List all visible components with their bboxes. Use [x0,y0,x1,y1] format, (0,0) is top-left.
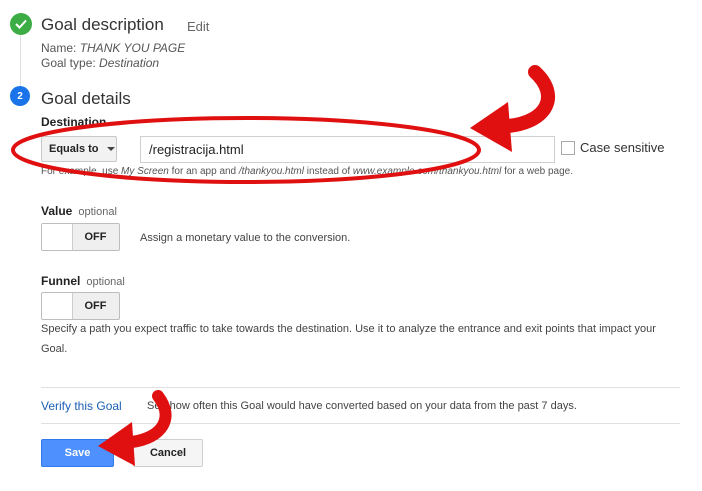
match-type-dropdown[interactable]: Equals to [41,136,117,162]
case-sensitive-label: Case sensitive [580,140,665,155]
step-number-badge: 2 [10,86,30,106]
goal-type-label: Goal type: [41,56,96,70]
chevron-down-icon [106,147,115,151]
save-button[interactable]: Save [41,439,114,467]
value-optional-label: optional [78,206,117,218]
destination-hint: For example, use My Screen for an app an… [41,166,573,177]
hint-example: My Screen [121,166,169,177]
verify-description: See how often this Goal would have conve… [147,400,577,412]
value-label-row: Value optional [41,204,117,218]
funnel-toggle-state: OFF [84,300,107,312]
verify-bottom-divider [41,423,680,424]
funnel-description-line2: Goal. [41,343,68,355]
toggle-knob [42,293,73,319]
funnel-optional-label: optional [86,276,125,288]
funnel-toggle[interactable]: OFF [41,292,120,320]
goal-description-title: Goal description [41,15,164,34]
hint-text: instead of [306,166,351,177]
hint-text: for a web page. [504,166,574,177]
value-toggle[interactable]: OFF [41,223,120,251]
edit-goal-description-link[interactable]: Edit [187,19,209,34]
funnel-label-row: Funnel optional [41,274,125,288]
destination-label: Destination [41,115,107,129]
destination-input[interactable]: /registracija.html [140,136,555,163]
match-type-value: Equals to [49,143,99,155]
value-description: Assign a monetary value to the conversio… [140,232,351,244]
cancel-button[interactable]: Cancel [133,439,203,467]
verify-top-divider [41,387,680,388]
goal-name-label: Name: [41,41,77,55]
value-label: Value [41,204,73,218]
value-toggle-state: OFF [84,231,107,243]
case-sensitive-checkbox[interactable] [561,141,575,155]
goal-details-title: Goal details [41,89,131,108]
hint-example: /thankyou.html [238,166,304,177]
funnel-description-line1: Specify a path you expect traffic to tak… [41,323,656,335]
hint-text: for an app and [171,166,237,177]
goal-name-line: Name: THANK YOU PAGE [41,41,185,55]
toggle-knob [42,224,73,250]
goal-type-value: Destination [99,56,160,70]
hint-example: www.example.com/thankyou.html [352,166,502,177]
verify-goal-link[interactable]: Verify this Goal [41,399,122,413]
goal-name-value: THANK YOU PAGE [79,41,186,55]
goal-type-line: Goal type: Destination [41,56,159,70]
step-complete-check-icon [10,13,32,35]
funnel-label: Funnel [41,274,81,288]
hint-text: For example, use [41,166,119,177]
destination-input-value: /registracija.html [149,142,244,157]
